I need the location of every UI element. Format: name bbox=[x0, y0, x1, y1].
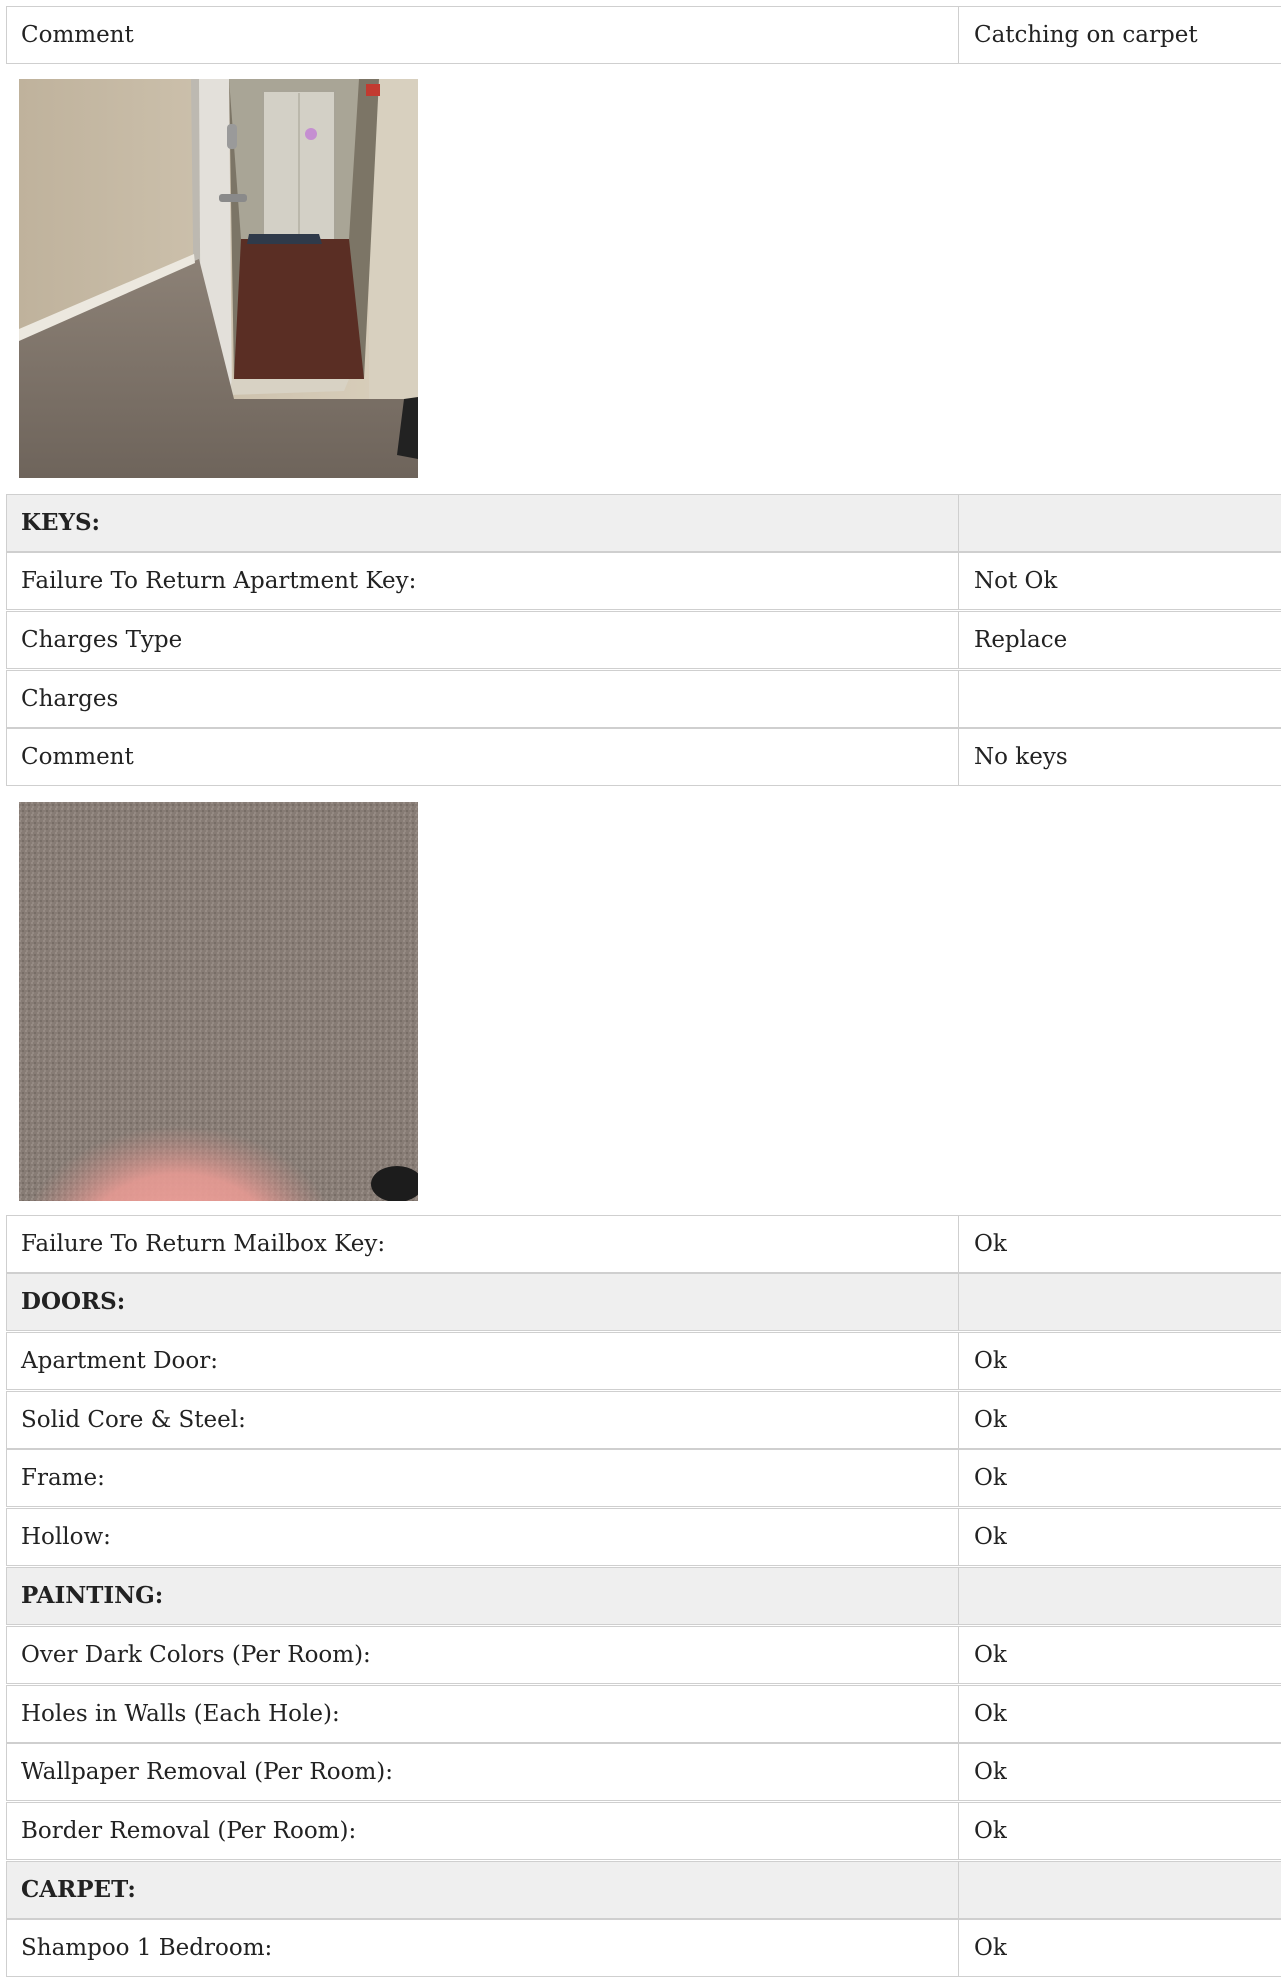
table-row: Border Removal (Per Room): Ok bbox=[6, 1802, 1281, 1860]
row-label: Wallpaper Removal (Per Room): bbox=[21, 1759, 393, 1785]
row-value: No keys bbox=[974, 744, 1068, 770]
column-divider bbox=[958, 1216, 959, 1272]
table-row: Over Dark Colors (Per Room): Ok bbox=[6, 1626, 1281, 1684]
row-label: Solid Core & Steel: bbox=[21, 1407, 246, 1433]
door-photo-image bbox=[19, 79, 418, 478]
section-header-carpet: CARPET: bbox=[6, 1861, 1281, 1919]
column-divider bbox=[958, 1509, 959, 1565]
row-label: Charges Type bbox=[21, 627, 183, 653]
row-value: Ok bbox=[974, 1759, 1007, 1785]
row-value: Replace bbox=[974, 627, 1068, 653]
column-divider bbox=[958, 671, 959, 727]
door-photo[interactable] bbox=[19, 79, 418, 478]
table-row: Comment No keys bbox=[6, 728, 1281, 786]
row-label: Frame: bbox=[21, 1465, 105, 1491]
row-label: Border Removal (Per Room): bbox=[21, 1818, 357, 1844]
column-divider bbox=[958, 1274, 959, 1330]
table-row: Shampoo 1 Bedroom: Ok bbox=[6, 1919, 1281, 1977]
row-label: Shampoo 1 Bedroom: bbox=[21, 1935, 273, 1961]
column-divider bbox=[958, 553, 959, 609]
row-label: Over Dark Colors (Per Room): bbox=[21, 1642, 371, 1668]
table-row: Hollow: Ok bbox=[6, 1508, 1281, 1566]
row-label: Failure To Return Apartment Key: bbox=[21, 568, 417, 594]
column-divider bbox=[958, 1920, 959, 1976]
carpet-photo-image bbox=[19, 802, 418, 1201]
row-value: Ok bbox=[974, 1348, 1007, 1374]
column-divider bbox=[958, 1392, 959, 1448]
column-divider bbox=[958, 1450, 959, 1506]
row-value: Catching on carpet bbox=[974, 22, 1198, 48]
table-row: Solid Core & Steel: Ok bbox=[6, 1391, 1281, 1449]
row-value: Not Ok bbox=[974, 568, 1058, 594]
column-divider bbox=[958, 7, 959, 63]
section-header-keys: KEYS: bbox=[6, 494, 1281, 552]
table-row: Charges bbox=[6, 670, 1281, 728]
row-value: Ok bbox=[974, 1818, 1007, 1844]
section-title: CARPET: bbox=[21, 1876, 136, 1903]
table-row: Charges Type Replace bbox=[6, 611, 1281, 669]
table-row: Frame: Ok bbox=[6, 1449, 1281, 1507]
row-label: Hollow: bbox=[21, 1524, 111, 1550]
row-label: Charges bbox=[21, 686, 119, 712]
column-divider bbox=[958, 1803, 959, 1859]
column-divider bbox=[958, 1744, 959, 1800]
section-title: PAINTING: bbox=[21, 1582, 164, 1609]
table-row: Failure To Return Apartment Key: Not Ok bbox=[6, 552, 1281, 610]
column-divider bbox=[958, 1627, 959, 1683]
column-divider bbox=[958, 1333, 959, 1389]
row-value: Ok bbox=[974, 1465, 1007, 1491]
row-value: Ok bbox=[974, 1407, 1007, 1433]
column-divider bbox=[958, 729, 959, 785]
column-divider bbox=[958, 612, 959, 668]
section-header-painting: PAINTING: bbox=[6, 1567, 1281, 1625]
column-divider bbox=[958, 1686, 959, 1742]
table-row: Wallpaper Removal (Per Room): Ok bbox=[6, 1743, 1281, 1801]
column-divider bbox=[958, 1568, 959, 1624]
table-row: Holes in Walls (Each Hole): Ok bbox=[6, 1685, 1281, 1743]
row-label: Holes in Walls (Each Hole): bbox=[21, 1701, 340, 1727]
table-row: Comment Catching on carpet bbox=[6, 6, 1281, 64]
row-label: Comment bbox=[21, 744, 134, 770]
section-header-doors: DOORS: bbox=[6, 1273, 1281, 1331]
section-title: DOORS: bbox=[21, 1288, 126, 1315]
row-value: Ok bbox=[974, 1231, 1007, 1257]
row-value: Ok bbox=[974, 1524, 1007, 1550]
row-value: Ok bbox=[974, 1642, 1007, 1668]
table-row: Failure To Return Mailbox Key: Ok bbox=[6, 1215, 1281, 1273]
table-row: Apartment Door: Ok bbox=[6, 1332, 1281, 1390]
row-value: Ok bbox=[974, 1935, 1007, 1961]
section-title: KEYS: bbox=[21, 509, 101, 536]
column-divider bbox=[958, 495, 959, 551]
row-label: Failure To Return Mailbox Key: bbox=[21, 1231, 386, 1257]
row-value: Ok bbox=[974, 1701, 1007, 1727]
column-divider bbox=[958, 1862, 959, 1918]
row-label: Comment bbox=[21, 22, 134, 48]
carpet-photo[interactable] bbox=[19, 802, 418, 1201]
row-label: Apartment Door: bbox=[21, 1348, 218, 1374]
